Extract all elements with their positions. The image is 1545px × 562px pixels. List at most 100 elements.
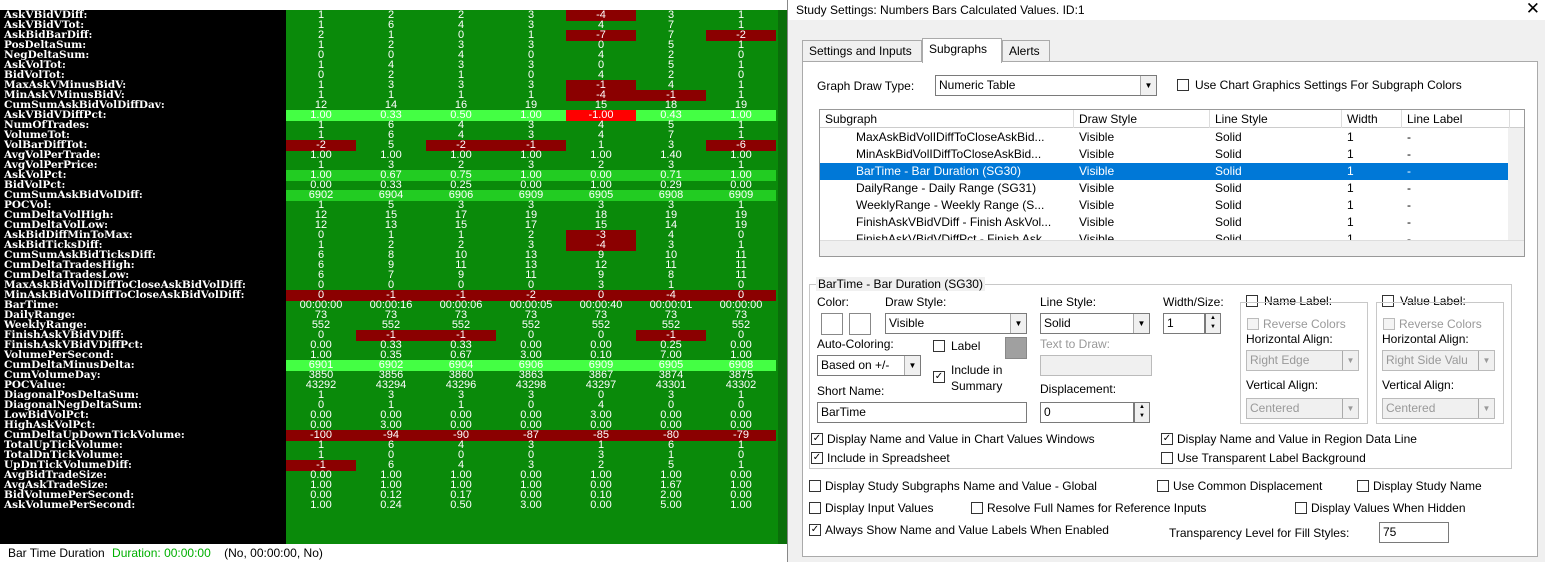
resolve-full-names-label: Resolve Full Names for Reference Inputs: [987, 501, 1207, 515]
use-common-displacement-checkbox[interactable]: [1157, 480, 1169, 492]
subgraph-list-row[interactable]: FinishAskVBidVDiff - Finish AskVol... Vis…: [820, 214, 1510, 231]
display-name-value-rdl-label: Display Name and Value in Region Data Li…: [1177, 432, 1417, 446]
subgraph-list-cell: Solid: [1215, 198, 1242, 212]
width-spin-arrows[interactable]: ▲ ▼: [1205, 313, 1221, 334]
short-name-label: Short Name:: [817, 384, 885, 398]
value-horizontal-align-label: Horizontal Align:: [1382, 332, 1469, 346]
name-reverse-colors-label: Reverse Colors: [1263, 317, 1346, 331]
chevron-down-icon: ▼: [1478, 351, 1494, 370]
subgraph-list-cell: 1: [1347, 130, 1354, 144]
table-cell: 3.00: [520, 500, 542, 511]
display-name-value-rdl-checkbox[interactable]: ✓: [1161, 433, 1173, 445]
col-draw-style[interactable]: Draw Style: [1074, 110, 1210, 128]
subgraph-list-cell: Solid: [1215, 215, 1242, 229]
subgraph-list-row[interactable]: DailyRange - Daily Range (SG31) Visible So…: [820, 180, 1510, 197]
subgraph-list-cell: 1: [1347, 164, 1354, 178]
subgraph-list-cell: -: [1407, 215, 1411, 229]
subgraph-list-row[interactable]: MaxAskBidVolIDiffToCloseAskBid... Visible…: [820, 129, 1510, 146]
displacement-input[interactable]: 0: [1040, 402, 1134, 423]
label-checkbox[interactable]: [933, 340, 945, 352]
subgraph-list-cell: -: [1407, 181, 1411, 195]
use-transparent-bg-checkbox[interactable]: [1161, 452, 1173, 464]
value-horizontal-align-select[interactable]: Right Side Valu ▼: [1382, 350, 1495, 371]
display-study-name-label: Display Study Name: [1373, 479, 1482, 493]
subgraph-list-cell: 1: [1347, 147, 1354, 161]
display-study-name-checkbox[interactable]: [1357, 480, 1369, 492]
include-summary-checkbox[interactable]: ✓: [933, 371, 945, 383]
col-width[interactable]: Width: [1342, 110, 1402, 128]
col-line-style[interactable]: Line Style: [1210, 110, 1342, 128]
value-halign-value: Right Side Valu: [1386, 353, 1468, 367]
short-name-input[interactable]: BarTime: [817, 402, 1027, 423]
list-horizontal-scrollbar[interactable]: [820, 240, 1524, 256]
dialog-title: Study Settings: Numbers Bars Calculated …: [796, 3, 1085, 17]
table-cell: 5.00: [660, 500, 682, 511]
tab-subgraphs[interactable]: Subgraphs: [922, 38, 1002, 63]
color-swatch-primary[interactable]: [821, 313, 843, 335]
transparency-level-input[interactable]: 75: [1379, 522, 1449, 543]
subgraph-list-row[interactable]: WeeklyRange - Weekly Range (S... Visible S…: [820, 197, 1510, 214]
resolve-full-names-checkbox[interactable]: [971, 502, 983, 514]
numbers-bars-chart[interactable]: AskVBidVDiff: 1 2 2 3 -4 3 1 AskVBidVTot: 1 6 4 3 4 7 1…: [0, 0, 787, 562]
color-swatch-secondary[interactable]: [849, 313, 871, 335]
tab-alerts[interactable]: Alerts: [1002, 40, 1050, 62]
status-bar: Bar Time Duration Duration: 00:00:00 (No…: [0, 544, 787, 562]
auto-coloring-select[interactable]: Based on +/- ▼: [817, 355, 921, 376]
table-cell: 1.00: [310, 500, 332, 511]
value-vertical-align-select[interactable]: Centered ▼: [1382, 398, 1495, 419]
display-values-hidden-checkbox[interactable]: [1295, 502, 1307, 514]
table-cell: 1.00: [730, 500, 752, 511]
col-subgraph[interactable]: Subgraph: [820, 110, 1074, 128]
value-valign-value: Centered: [1386, 401, 1436, 415]
subgraphs-panel: Graph Draw Type: Numeric Table ▼ Use Cha…: [802, 61, 1538, 557]
chevron-down-icon: ▼: [904, 356, 920, 375]
name-horizontal-align-select[interactable]: Right Edge ▼: [1246, 350, 1359, 371]
subgraph-list-row[interactable]: BarTime - Bar Duration (SG30) Visible Soli…: [820, 163, 1510, 180]
display-input-values-checkbox[interactable]: [809, 502, 821, 514]
always-show-labels-checkbox[interactable]: ✓: [809, 524, 821, 536]
table-row: AskVolumePerSecond: 1.00 0.24 0.50 3.00 0.00 5…: [0, 499, 787, 511]
chevron-down-icon: ▼: [1342, 399, 1358, 418]
graph-draw-type-select[interactable]: Numeric Table ▼: [935, 75, 1157, 96]
display-input-values-label: Display Input Values: [825, 501, 934, 515]
display-subgraphs-global-checkbox[interactable]: [809, 480, 821, 492]
subgraph-list-cell: FinishAskVBidVDiff - Finish AskVol...: [856, 215, 1052, 229]
draw-style-select[interactable]: Visible ▼: [885, 313, 1027, 334]
displacement-spin-arrows[interactable]: ▲ ▼: [1134, 402, 1150, 423]
subgraph-list-cell: Visible: [1079, 164, 1115, 178]
name-reverse-colors-checkbox[interactable]: [1247, 318, 1259, 330]
subgraph-list-row[interactable]: MinAskBidVolIDiffToCloseAskBid... Visible…: [820, 146, 1510, 163]
include-spreadsheet-checkbox[interactable]: ✓: [811, 452, 823, 464]
auto-coloring-label: Auto-Coloring:: [817, 337, 894, 351]
subgraph-list-cell: -: [1407, 130, 1411, 144]
display-name-value-cvw-checkbox[interactable]: ✓: [811, 433, 823, 445]
name-vertical-align-select[interactable]: Centered ▼: [1246, 398, 1359, 419]
close-icon[interactable]: ✕: [1526, 0, 1540, 19]
line-style-select[interactable]: Solid ▼: [1040, 313, 1150, 334]
width-size-input[interactable]: 1: [1163, 313, 1205, 334]
subgraph-list-cell: 1: [1347, 181, 1354, 195]
subgraph-list-cell: Solid: [1215, 181, 1242, 195]
subgraph-list-cell: DailyRange - Daily Range (SG31): [856, 181, 1037, 195]
subgraph-list-cell: Solid: [1215, 130, 1242, 144]
text-to-draw-input[interactable]: [1040, 355, 1152, 376]
list-vertical-scrollbar[interactable]: [1508, 128, 1524, 242]
use-common-displacement-label: Use Common Displacement: [1173, 479, 1323, 493]
tab-settings-and-inputs[interactable]: Settings and Inputs: [802, 40, 922, 62]
col-line-label[interactable]: Line Label: [1402, 110, 1510, 128]
value-reverse-colors-checkbox[interactable]: [1383, 318, 1395, 330]
status-study-name: Bar Time Duration: [8, 546, 105, 560]
subgraph-list-cell: BarTime - Bar Duration (SG30): [856, 164, 1021, 178]
row-label: AskVolumePerSecond:: [4, 499, 136, 511]
width-size-label: Width/Size:: [1163, 295, 1224, 309]
subgraph-list[interactable]: Subgraph Draw Style Line Style Width Lin…: [819, 109, 1525, 257]
use-chart-graphics-label: Use Chart Graphics Settings For Subgraph…: [1195, 78, 1462, 92]
auto-coloring-value: Based on +/-: [821, 358, 890, 372]
use-chart-graphics-checkbox[interactable]: [1177, 79, 1189, 91]
label-color-swatch[interactable]: [1005, 337, 1027, 359]
line-style-label: Line Style:: [1040, 295, 1097, 309]
chevron-down-icon: ▼: [1478, 399, 1494, 418]
subgraph-list-cell: MinAskBidVolIDiffToCloseAskBid...: [856, 147, 1042, 161]
study-settings-dialog: Study Settings: Numbers Bars Calculated …: [787, 0, 1545, 562]
line-style-value: Solid: [1044, 316, 1071, 330]
